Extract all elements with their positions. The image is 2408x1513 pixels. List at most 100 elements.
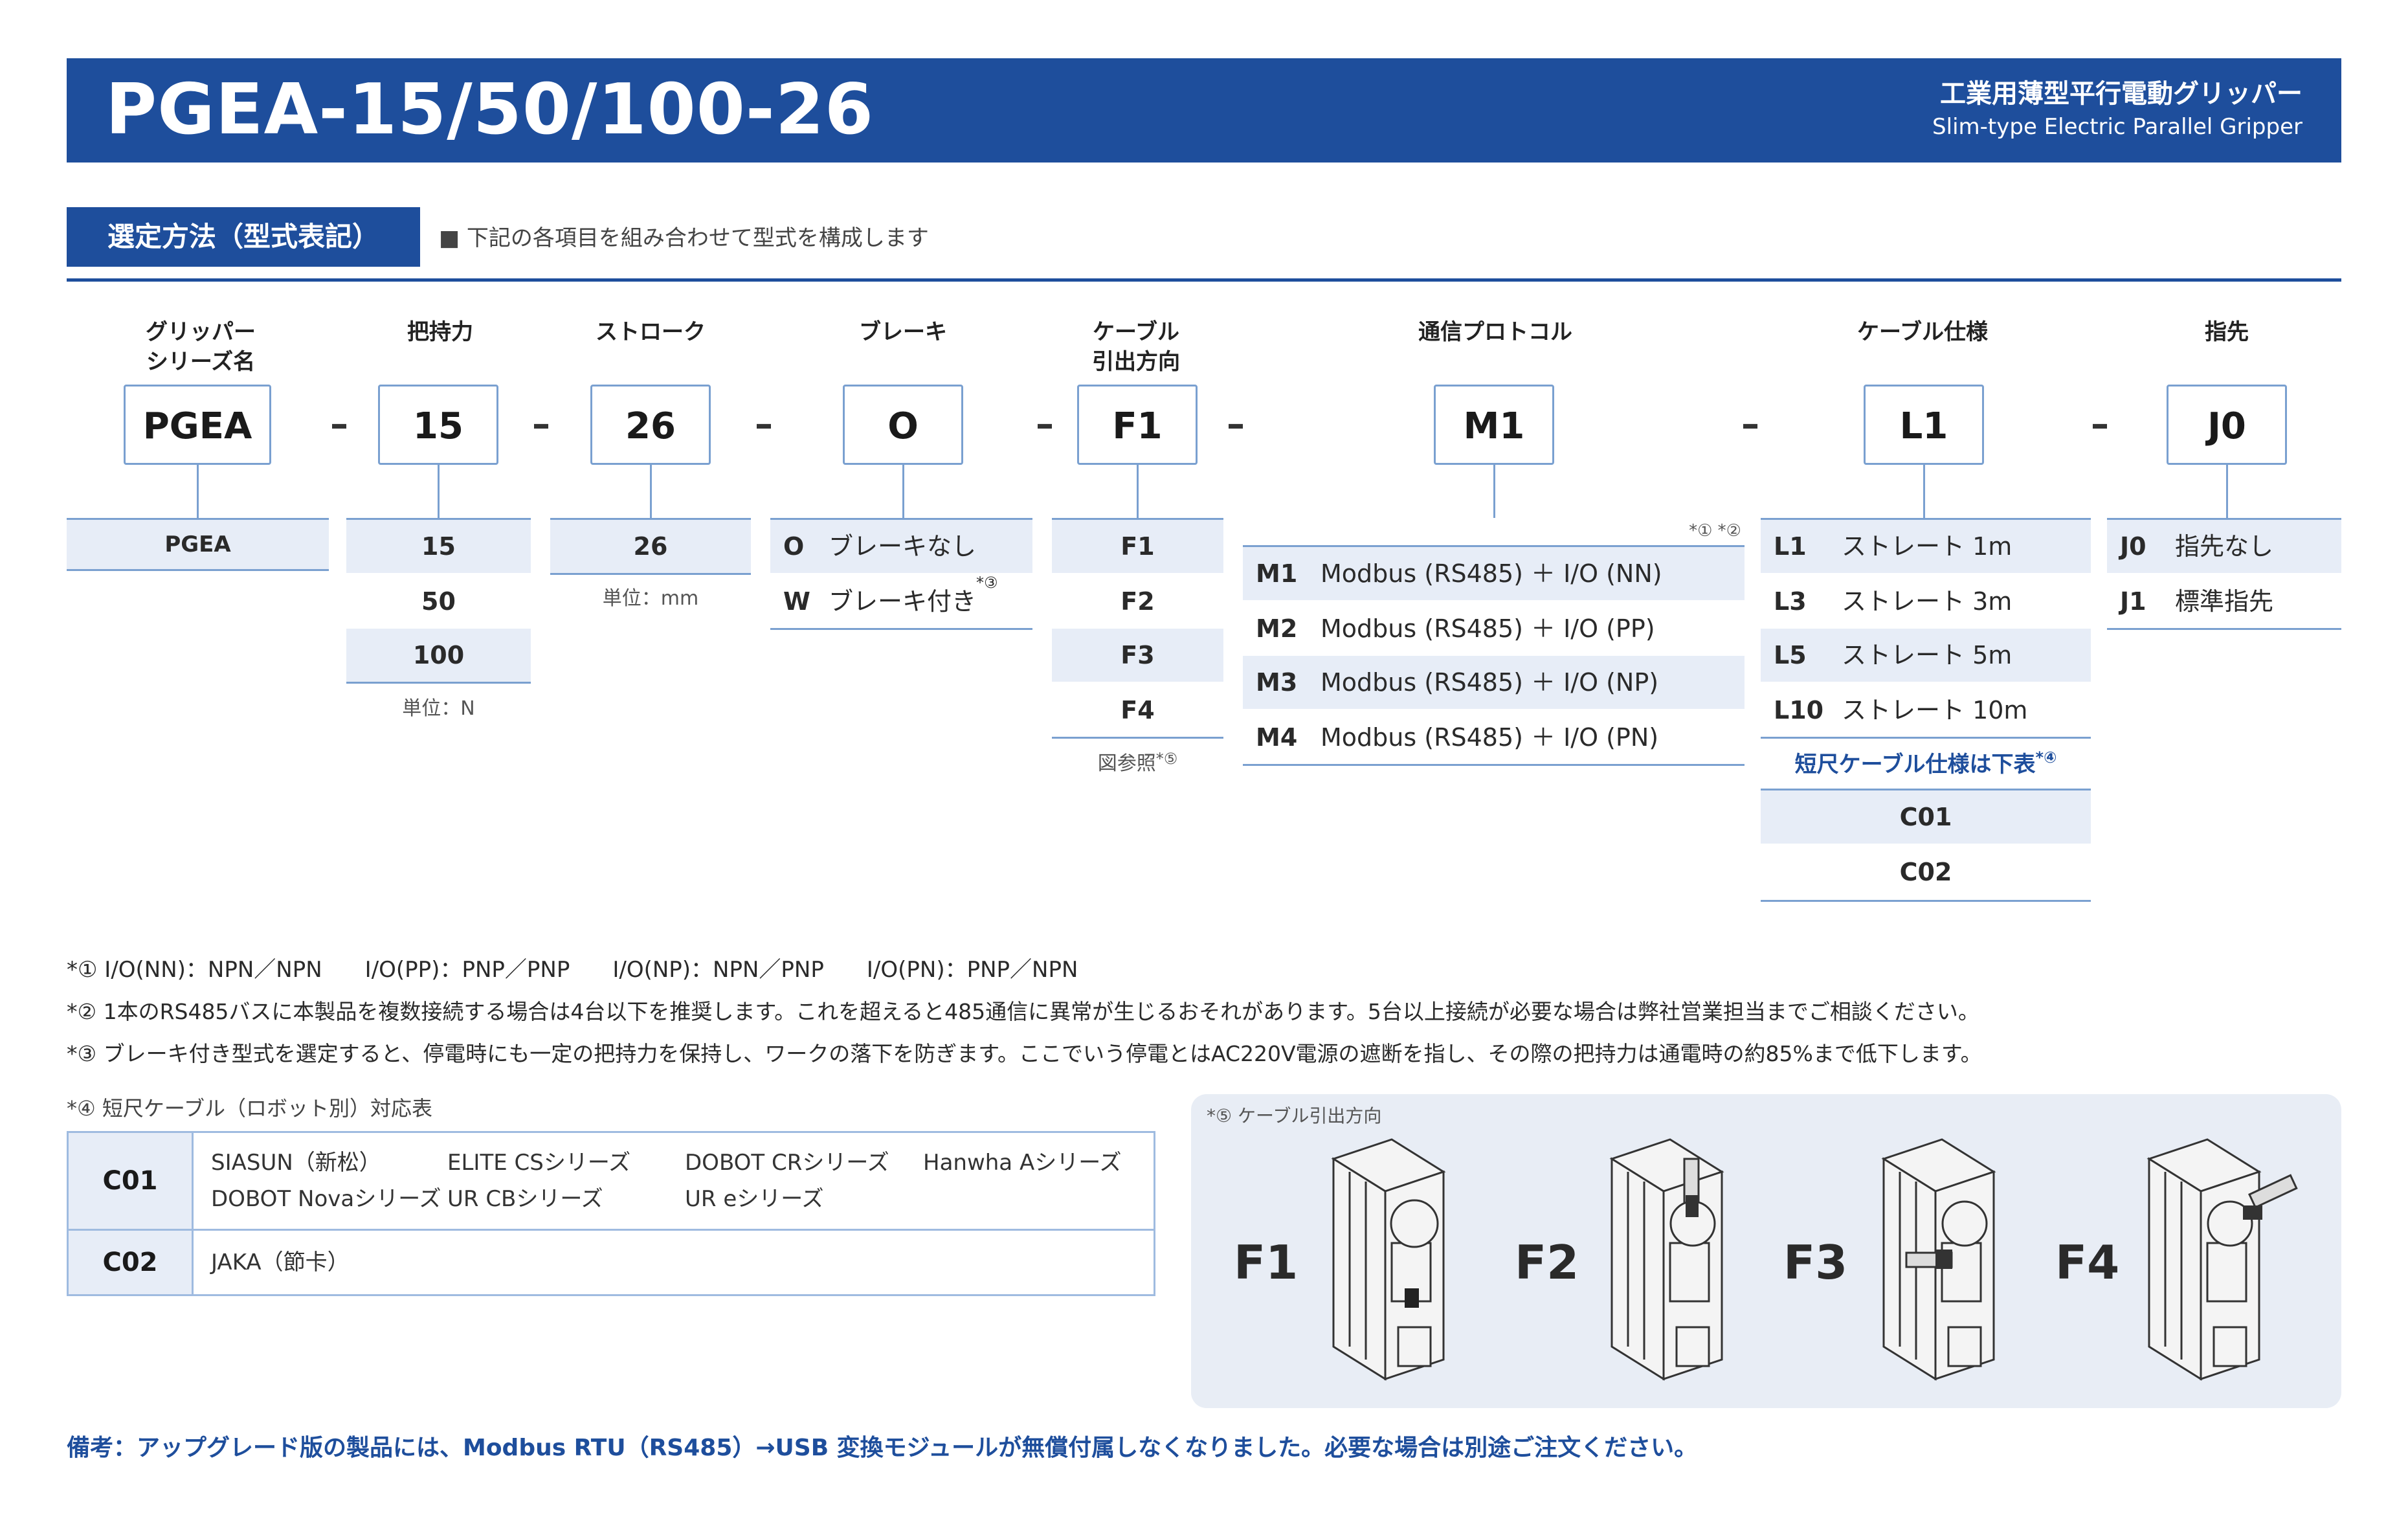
- figure-caption: *⑤ ケーブル引出方向: [1207, 1105, 1382, 1126]
- cable-dir-option-f3: F3: [1052, 629, 1223, 682]
- protocol-option-row-m1: M1 Modbus (RS485) ＋ I/O (NN): [1243, 547, 1745, 600]
- short-cable-rule-bottom: [1761, 900, 2091, 902]
- section-divider: [67, 278, 2341, 282]
- remark-note: 備考：アップグレード版の製品には、Modbus RTU（RS485）→USB 変…: [67, 1435, 1698, 1461]
- cable-spec-row-l5: L5 ストレート 5m: [1761, 629, 2091, 682]
- protocol-heading: 通信プロトコル: [1418, 319, 1572, 345]
- cable-spec-key: L10: [1774, 696, 1824, 724]
- brake-option-label: ブレーキなし: [829, 532, 977, 561]
- protocol-note: *① *②: [1689, 521, 1741, 541]
- force-rule-bottom: [346, 682, 531, 684]
- gripper-f2-illustration: [1609, 1138, 1724, 1381]
- footnote-1-nn: *① I/O(NN)：NPN／NPN: [67, 957, 322, 983]
- brake-option-note: *③: [976, 574, 998, 592]
- finger-option-key: J0: [2120, 532, 2146, 561]
- gripper-f1-illustration: [1331, 1138, 1446, 1381]
- separator-dash: –: [1741, 403, 1759, 445]
- protocol-option-label: Modbus (RS485) ＋ I/O (NN): [1321, 559, 1662, 588]
- separator-dash: –: [2091, 403, 2109, 445]
- series-code-box: PGEA: [124, 385, 271, 465]
- figure-label-f3: F3: [1783, 1235, 1848, 1290]
- cable-spec-row-l3: L3 ストレート 3m: [1761, 575, 2091, 628]
- protocol-code-box: M1: [1434, 385, 1554, 465]
- cable-spec-row-l1: L1 ストレート 1m: [1761, 520, 2091, 573]
- cable-dir-unit: 図参照*⑤: [1052, 751, 1223, 777]
- cable-spec-label: ストレート 10m: [1842, 696, 2028, 724]
- cable-spec-row-l10: L10 ストレート 10m: [1761, 684, 2091, 737]
- series-connector: [197, 465, 199, 518]
- force-option-100: 100: [346, 629, 531, 682]
- cable-spec-label: ストレート 1m: [1842, 532, 2012, 561]
- cable-dir-unit-text: 図参照: [1097, 752, 1156, 775]
- cable-table-row-divider: [69, 1229, 1154, 1231]
- cable-table-item: Hanwha Aシリーズ: [923, 1150, 1122, 1176]
- protocol-option-label: Modbus (RS485) ＋ I/O (NP): [1321, 668, 1659, 697]
- cable-compat-table: C01 SIASUN（新松） ELITE CSシリーズ DOBOT CRシリーズ…: [67, 1131, 1155, 1296]
- section-title: 選定方法（型式表記）: [67, 207, 420, 267]
- finger-rule-bottom: [2107, 628, 2341, 630]
- brake-rule-bottom: [770, 628, 1032, 630]
- protocol-option-key: M4: [1256, 723, 1298, 752]
- cable-table-col-divider: [192, 1133, 194, 1294]
- cable-spec-key: L1: [1774, 532, 1807, 561]
- footnote-1-np: I/O(NP)：NPN／PNP: [612, 957, 824, 983]
- series-heading-line1: グリッパー: [146, 319, 256, 345]
- protocol-option-key: M1: [1256, 559, 1298, 588]
- short-cable-title-note: *④: [2035, 748, 2057, 767]
- cable-dir-option-f4: F4: [1120, 696, 1155, 724]
- cable-dir-rule-bottom: [1052, 737, 1223, 739]
- cable-spec-rule-mid: [1761, 737, 2091, 739]
- series-option-row: PGEA: [67, 520, 329, 569]
- cable-table-item: ELITE CSシリーズ: [447, 1150, 631, 1176]
- cable-table-item: UR eシリーズ: [685, 1186, 824, 1212]
- cable-table-item: SIASUN（新松）: [211, 1150, 381, 1176]
- gripper-f4-illustration: [2146, 1138, 2298, 1381]
- protocol-option-label: Modbus (RS485) ＋ I/O (PP): [1321, 614, 1655, 643]
- figure-label-f2: F2: [1515, 1235, 1579, 1290]
- short-cable-title-text: 短尺ケーブル仕様は下表: [1794, 752, 2036, 778]
- stroke-connector: [650, 465, 652, 518]
- footnote-1-pn: I/O(PN)：PNP／NPN: [866, 957, 1078, 983]
- cable-dir-heading-line2: 引出方向: [1092, 349, 1180, 375]
- cable-table-key-c02: C02: [69, 1231, 192, 1294]
- finger-heading: 指先: [2205, 319, 2249, 345]
- force-option-50: 50: [421, 587, 456, 616]
- cable-table-title: *④ 短尺ケーブル（ロボット別）対応表: [67, 1096, 432, 1121]
- separator-dash: –: [1227, 403, 1245, 445]
- brake-heading: ブレーキ: [859, 319, 947, 345]
- protocol-option-key: M3: [1256, 668, 1298, 697]
- force-code-box: 15: [378, 385, 498, 465]
- separator-dash: –: [1036, 403, 1054, 445]
- stroke-unit: 単位：mm: [602, 587, 699, 610]
- separator-dash: –: [755, 403, 773, 445]
- finger-connector: [2226, 465, 2228, 518]
- cable-table-item: UR CBシリーズ: [447, 1186, 603, 1212]
- cable-table-item: DOBOT CRシリーズ: [685, 1150, 889, 1176]
- header-subtitle-en: Slim-type Electric Parallel Gripper: [1932, 114, 2302, 140]
- separator-dash: –: [532, 403, 550, 445]
- cable-table-item: DOBOT Novaシリーズ: [211, 1186, 441, 1212]
- cable-dir-heading: ケーブル 引出方向: [1068, 317, 1204, 377]
- protocol-option-row-m2: M2 Modbus (RS485) ＋ I/O (PP): [1243, 602, 1745, 655]
- protocol-option-label: Modbus (RS485) ＋ I/O (PN): [1321, 723, 1659, 752]
- cable-dir-code-box: F1: [1077, 385, 1198, 465]
- finger-option-label: 指先なし: [2175, 532, 2274, 561]
- footnote-3: *③ ブレーキ付き型式を選定すると、停電時にも一定の把持力を保持し、ワークの落下…: [67, 1041, 1982, 1066]
- header-subtitle-jp: 工業用薄型平行電動グリッパー: [1940, 79, 2302, 109]
- cable-table-item: JAKA（節卡）: [211, 1250, 350, 1275]
- finger-option-row-j0: J0 指先なし: [2107, 520, 2341, 573]
- series-rule-bottom: [67, 569, 329, 571]
- protocol-rule-bottom: [1243, 764, 1745, 766]
- series-heading-line2: シリーズ名: [146, 349, 256, 375]
- short-cable-title: 短尺ケーブル仕様は下表*④: [1761, 750, 2091, 779]
- finger-code-box: J0: [2167, 385, 2287, 465]
- force-connector: [438, 465, 440, 518]
- footnote-1: *① I/O(NN)：NPN／NPN I/O(PP)：PNP／PNP I/O(NP)…: [67, 956, 1078, 984]
- header-banner: PGEA-15/50/100-26 工業用薄型平行電動グリッパー Slim-ty…: [67, 58, 2341, 163]
- cable-spec-code-box: L1: [1864, 385, 1984, 465]
- brake-option-row-w: W ブレーキ付き*③: [770, 575, 1032, 628]
- force-heading: 把持力: [407, 319, 473, 345]
- short-cable-option-c01: C01: [1761, 790, 2091, 844]
- brake-option-label: ブレーキ付き: [829, 587, 977, 616]
- stroke-heading: ストローク: [596, 319, 706, 345]
